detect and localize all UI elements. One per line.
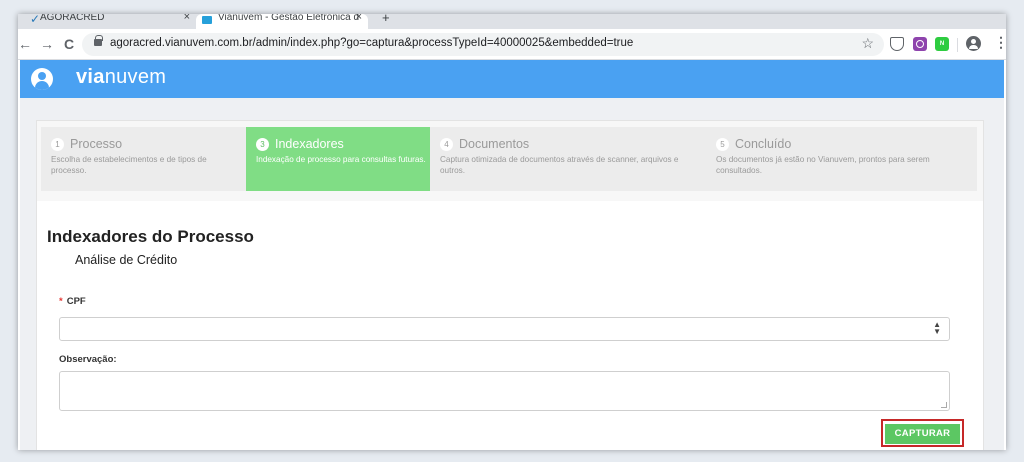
step-number: 5 bbox=[716, 137, 729, 151]
tab-title: Vianuvem - Gestão Eletrônica d bbox=[218, 14, 360, 23]
purple-extension-icon[interactable] bbox=[913, 37, 927, 51]
address-bar[interactable]: agoracred.vianuvem.com.br/admin/index.ph… bbox=[82, 33, 884, 56]
step-description: Captura otimizada de documentos através … bbox=[440, 155, 679, 175]
new-tab-button[interactable]: + bbox=[382, 14, 390, 25]
tab-agoracred[interactable]: ✓ AGORACRED × bbox=[18, 14, 196, 29]
cpf-select[interactable]: ▲ ▼ bbox=[59, 317, 950, 341]
step-title: Processo bbox=[70, 137, 123, 151]
step-concluido[interactable]: 5 Concluído Os documentos já estão no Via… bbox=[706, 127, 977, 191]
logo-bold-text: via bbox=[76, 66, 105, 88]
observacao-textarea[interactable] bbox=[59, 371, 950, 411]
tab-strip: ✓ AGORACRED × Vianuvem - Gestão Eletrôni… bbox=[18, 14, 1006, 29]
url-text: agoracred.vianuvem.com.br/admin/index.ph… bbox=[110, 37, 634, 49]
browser-window: ✓ AGORACRED × Vianuvem - Gestão Eletrôni… bbox=[18, 14, 1006, 450]
step-documentos[interactable]: 4 Documentos Captura otimizada de documen… bbox=[430, 127, 706, 191]
step-title: Documentos bbox=[459, 137, 530, 151]
page-title: Indexadores do Processo bbox=[47, 227, 254, 246]
browser-toolbar: ← → C agoracred.vianuvem.com.br/admin/in… bbox=[18, 29, 1006, 60]
capture-panel: 1 Processo Escolha de estabelecimentos e … bbox=[36, 120, 984, 450]
logo-rest-text: nuvem bbox=[104, 66, 167, 88]
resize-handle-icon[interactable] bbox=[941, 402, 947, 408]
step-processo[interactable]: 1 Processo Escolha de estabelecimentos e … bbox=[41, 127, 246, 191]
step-number: 4 bbox=[440, 137, 453, 151]
step-title: Concluído bbox=[735, 137, 792, 151]
tab-vianuvem[interactable]: Vianuvem - Gestão Eletrônica d × bbox=[196, 14, 368, 29]
bookmark-star-icon[interactable]: ☆ bbox=[861, 35, 874, 52]
select-arrows-icon: ▲ ▼ bbox=[933, 320, 941, 336]
capture-button-highlight: CAPTURAR bbox=[881, 419, 964, 447]
capture-button[interactable]: CAPTURAR bbox=[885, 424, 960, 444]
process-type-subtitle: Análise de Crédito bbox=[75, 253, 178, 267]
forward-button[interactable]: → bbox=[40, 36, 54, 52]
cpf-label: * CPF bbox=[59, 296, 86, 307]
back-button[interactable]: ← bbox=[18, 36, 32, 52]
step-description: Indexação de processo para consultas fut… bbox=[256, 155, 426, 164]
browser-menu-icon[interactable]: ⋮ bbox=[994, 34, 1006, 51]
wizard-steps: 1 Processo Escolha de estabelecimentos e … bbox=[41, 127, 977, 191]
cpf-label-text: CPF bbox=[66, 296, 86, 307]
step-description: Os documentos já estão no Vianuvem, pron… bbox=[716, 155, 930, 175]
main-content: 1 Processo Escolha de estabelecimentos e … bbox=[20, 98, 1004, 450]
step-title: Indexadores bbox=[275, 137, 344, 151]
required-marker: * bbox=[59, 296, 63, 307]
step-number: 1 bbox=[51, 137, 64, 151]
user-avatar-icon[interactable] bbox=[31, 68, 53, 90]
observacao-label: Observação: bbox=[59, 354, 117, 365]
lock-icon bbox=[94, 35, 103, 46]
green-extension-icon[interactable]: N bbox=[935, 37, 949, 51]
vianuvem-logo[interactable]: vianuvem bbox=[76, 66, 166, 89]
toolbar-divider bbox=[957, 38, 958, 52]
tab-close-icon[interactable]: × bbox=[184, 14, 190, 23]
app-header: vianuvem bbox=[20, 60, 1004, 98]
shield-extension-icon[interactable] bbox=[890, 37, 904, 51]
tab-close-icon[interactable]: × bbox=[356, 14, 362, 23]
vianuvem-favicon-icon bbox=[202, 16, 212, 24]
profile-avatar-icon[interactable] bbox=[966, 36, 981, 51]
indexers-form: Indexadores do Processo Análise de Crédi… bbox=[37, 201, 983, 450]
step-indexadores[interactable]: 3 Indexadores Indexação de processo para … bbox=[246, 127, 430, 191]
agoracred-favicon-icon: ✓ bbox=[30, 14, 41, 26]
step-description: Escolha de estabelecimentos e de tipos d… bbox=[51, 155, 207, 175]
reload-button[interactable]: C bbox=[64, 36, 74, 52]
tab-title: AGORACRED bbox=[40, 14, 105, 23]
step-number: 3 bbox=[256, 137, 269, 151]
